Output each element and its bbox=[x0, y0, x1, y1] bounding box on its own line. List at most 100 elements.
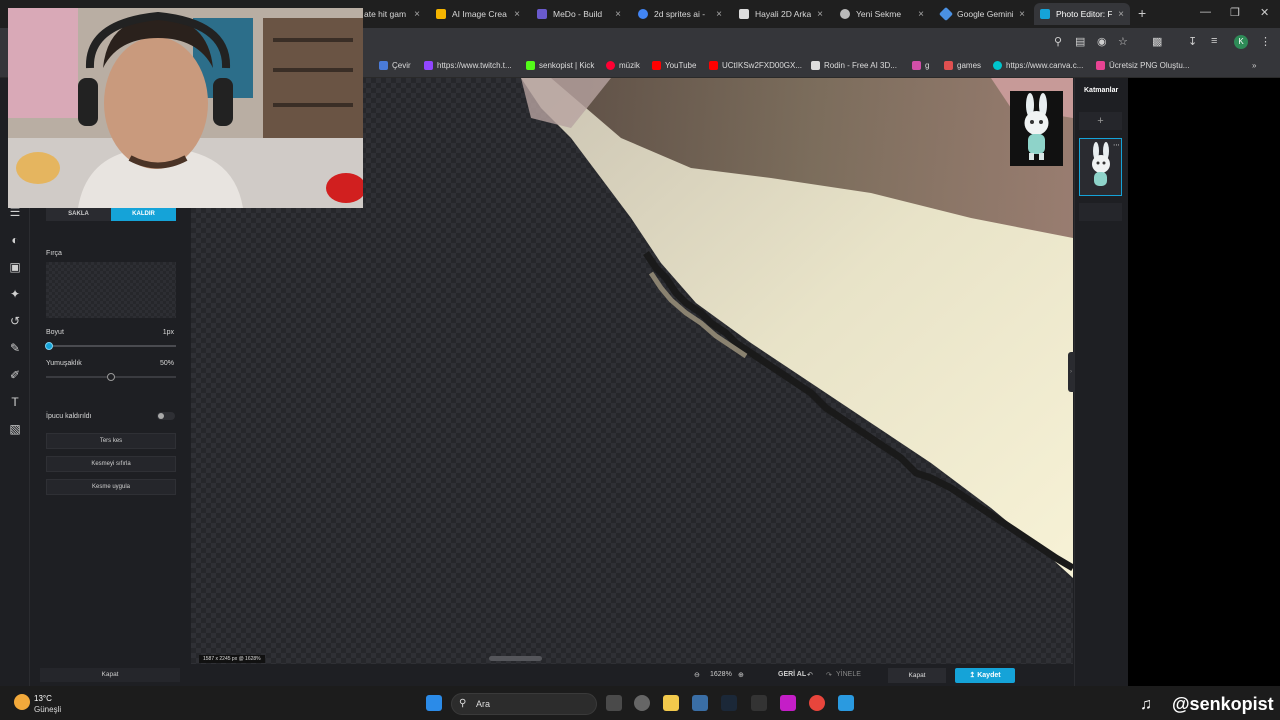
taskbar-search[interactable]: ⚲ Ara bbox=[451, 693, 597, 715]
layer-item-empty[interactable] bbox=[1079, 203, 1122, 221]
tab-4[interactable]: 2d sprites ai - × bbox=[632, 3, 728, 25]
eye-off-icon[interactable]: ◉ bbox=[1097, 35, 1107, 48]
tab-close-icon[interactable]: × bbox=[817, 9, 823, 20]
file-explorer-icon[interactable] bbox=[663, 695, 679, 711]
zoom-in-icon[interactable]: ⊕ bbox=[738, 671, 744, 679]
bookmark-item[interactable]: Çevir bbox=[379, 61, 411, 70]
tab-title: ate hit gam bbox=[364, 9, 407, 19]
tab-close-icon[interactable]: × bbox=[1118, 9, 1124, 20]
save-button[interactable]: ↥ Kaydet bbox=[955, 668, 1015, 683]
add-layer-button[interactable]: + bbox=[1079, 112, 1122, 130]
store-icon[interactable] bbox=[692, 695, 708, 711]
redo-icon[interactable]: ↷ bbox=[826, 671, 832, 679]
search-placeholder: Ara bbox=[476, 699, 491, 709]
tab-3[interactable]: MeDo - Build × bbox=[531, 3, 627, 25]
canvas-hscroll[interactable] bbox=[489, 656, 542, 661]
hint-toggle[interactable] bbox=[157, 412, 175, 420]
lasso-icon[interactable]: ↺ bbox=[8, 314, 22, 328]
pencil-icon[interactable]: ✎ bbox=[8, 341, 22, 355]
size-slider-knob[interactable] bbox=[44, 342, 53, 350]
bunny-icon bbox=[1024, 93, 1049, 160]
bookmark-item[interactable]: YouTube bbox=[652, 61, 696, 70]
download-icon[interactable]: ↧ bbox=[1188, 35, 1197, 48]
search-icon: ⚲ bbox=[459, 698, 467, 709]
close-button[interactable]: Kapat bbox=[888, 668, 946, 683]
weather-icon[interactable] bbox=[14, 694, 30, 710]
brush-icon[interactable]: ✐ bbox=[8, 368, 22, 382]
more-bookmarks-icon[interactable]: » bbox=[1252, 61, 1256, 70]
image-preview-thumbnail[interactable] bbox=[1010, 91, 1063, 166]
tab-2[interactable]: AI Image Crea × bbox=[430, 3, 526, 25]
bookmark-item[interactable]: https://www.canva.c... bbox=[993, 61, 1083, 70]
close-window-icon[interactable]: ✕ bbox=[1260, 6, 1269, 19]
epic-icon[interactable] bbox=[751, 695, 767, 711]
tab-close-icon[interactable]: × bbox=[918, 9, 924, 20]
invert-button[interactable]: Ters kes bbox=[46, 433, 176, 449]
tab-6[interactable]: Yeni Sekme × bbox=[834, 3, 930, 25]
remove-button[interactable]: KALDIR bbox=[111, 207, 176, 221]
texture-icon[interactable]: ▧ bbox=[8, 422, 22, 436]
bookmark-item[interactable]: https://www.twitch.t... bbox=[424, 61, 512, 70]
steam-icon[interactable] bbox=[721, 695, 737, 711]
menu-icon[interactable]: ⋮ bbox=[1260, 35, 1271, 48]
tab-photo-editor[interactable]: Photo Editor: F × bbox=[1034, 3, 1130, 25]
frame-icon[interactable]: ▣ bbox=[8, 260, 22, 274]
tab-5[interactable]: Hayali 2D Arka × bbox=[733, 3, 829, 25]
bookmark-label: YouTube bbox=[665, 61, 697, 70]
reset-cut-button[interactable]: Kesmeyi sıfırla bbox=[46, 456, 176, 472]
tab-close-icon[interactable]: × bbox=[615, 9, 621, 20]
bookmark-label: https://www.canva.c... bbox=[1006, 61, 1084, 70]
apply-cut-button[interactable]: Kesme uygula bbox=[46, 479, 176, 495]
restore-icon[interactable]: ❐ bbox=[1230, 6, 1240, 19]
task-view-icon[interactable] bbox=[606, 695, 622, 711]
settings-icon[interactable] bbox=[634, 695, 650, 711]
chrome-taskbar-icon[interactable] bbox=[809, 695, 825, 711]
tab-title: Google Gemini bbox=[957, 9, 1014, 19]
bookmark-item[interactable]: müzik bbox=[606, 61, 640, 70]
zoom-out-icon[interactable]: ⊖ bbox=[694, 671, 700, 679]
brush-preview bbox=[46, 262, 176, 318]
profile-avatar[interactable]: K bbox=[1234, 35, 1248, 49]
tab-close-icon[interactable]: × bbox=[1019, 9, 1025, 20]
contrast-icon[interactable]: ◐ bbox=[8, 233, 22, 247]
bookmark-item[interactable]: senkopist | Kick bbox=[526, 61, 594, 70]
softness-slider-knob[interactable] bbox=[107, 373, 115, 381]
layer-item[interactable]: ⋯ bbox=[1079, 138, 1122, 196]
zoom-level: 1628% bbox=[710, 671, 732, 678]
stream-watermark: @senkopist bbox=[1172, 694, 1274, 714]
star-icon[interactable]: ☆ bbox=[1118, 35, 1128, 48]
app-icon[interactable] bbox=[780, 695, 796, 711]
tiktok-icon: ♫ bbox=[1140, 696, 1152, 713]
keep-button[interactable]: SAKLA bbox=[46, 207, 111, 221]
undo-icon[interactable]: ↶ bbox=[807, 671, 813, 679]
new-tab-button[interactable]: + bbox=[1138, 5, 1146, 21]
bookmark-item[interactable]: games bbox=[944, 61, 981, 70]
streamer-camera bbox=[8, 8, 363, 208]
save-label: Kaydet bbox=[977, 672, 1001, 679]
tab-close-icon[interactable]: × bbox=[514, 9, 520, 20]
tab-close-icon[interactable]: × bbox=[716, 9, 722, 20]
panel-close-button[interactable]: Kapat bbox=[40, 668, 180, 682]
text-icon[interactable]: T bbox=[8, 395, 22, 409]
start-icon[interactable] bbox=[426, 695, 442, 711]
bookmark-item[interactable]: Ücretsiz PNG Oluştu... bbox=[1096, 61, 1189, 70]
tab-close-icon[interactable]: × bbox=[414, 9, 420, 20]
size-slider[interactable] bbox=[44, 342, 176, 350]
tab-7[interactable]: Google Gemini × bbox=[935, 3, 1031, 25]
paint-icon[interactable] bbox=[838, 695, 854, 711]
softness-slider[interactable] bbox=[46, 373, 176, 381]
extensions-icon[interactable]: ▩ bbox=[1152, 35, 1162, 48]
redo-button[interactable]: YİNELE bbox=[836, 671, 861, 678]
magic-icon[interactable]: ✦ bbox=[8, 287, 22, 301]
canvas-size-readout: 1587 x 2245 px @ 1628% bbox=[199, 655, 265, 663]
undo-button[interactable]: GERİ AL bbox=[778, 671, 806, 678]
bookmark-item[interactable]: Rodin - Free AI 3D... bbox=[811, 61, 897, 70]
media-icon[interactable]: ≡ bbox=[1211, 35, 1217, 47]
tab-1[interactable]: ate hit gam × bbox=[358, 3, 426, 25]
minimize-icon[interactable]: — bbox=[1200, 6, 1211, 18]
layers-title: Katmanlar bbox=[1084, 87, 1119, 94]
bookmark-item[interactable]: UCtIKSw2FXD00GX... bbox=[709, 61, 802, 70]
zoom-icon[interactable]: ⚲ bbox=[1054, 35, 1062, 48]
bookmark-item[interactable]: g bbox=[912, 61, 929, 70]
install-icon[interactable]: ▤ bbox=[1075, 35, 1085, 48]
